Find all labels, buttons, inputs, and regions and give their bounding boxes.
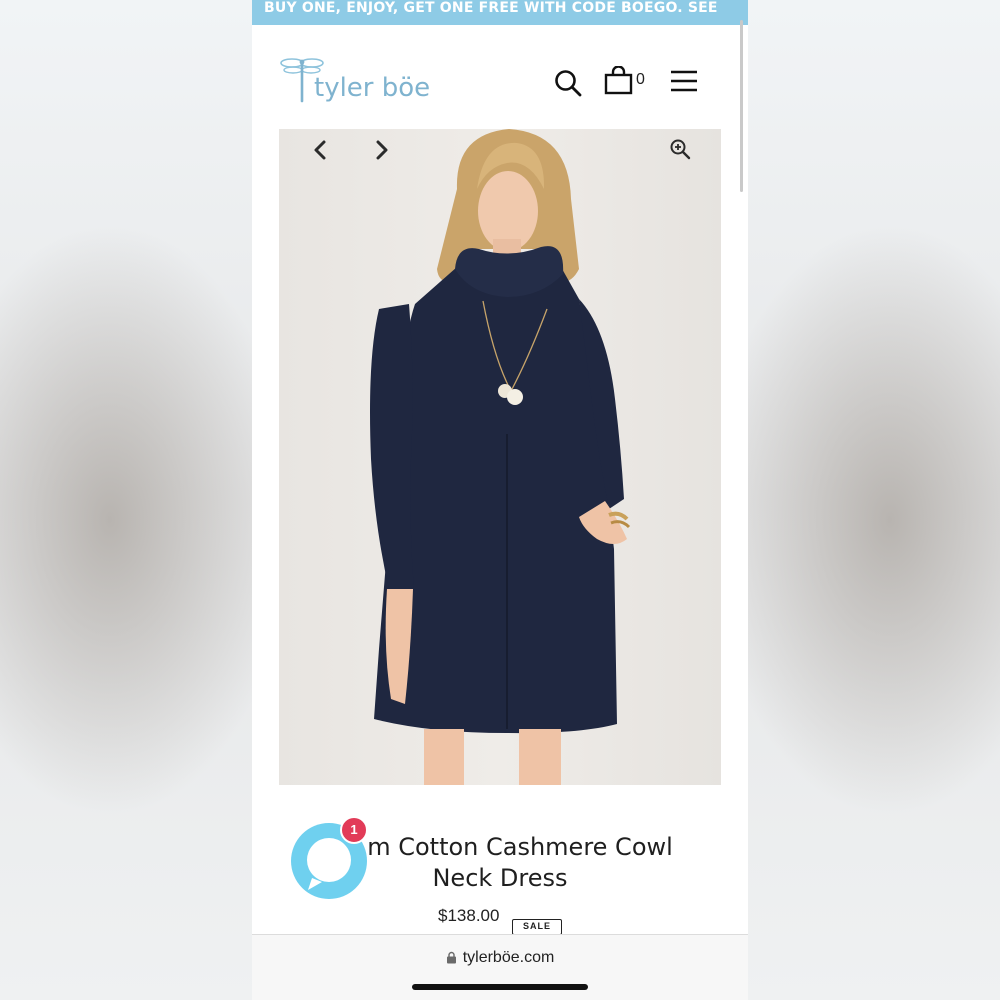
chevron-right-icon[interactable] xyxy=(371,139,391,161)
promo-text: BUY ONE, ENJOY, GET ONE FREE WITH CODE B… xyxy=(264,0,718,16)
search-icon[interactable] xyxy=(553,68,583,98)
shopping-bag-icon[interactable] xyxy=(604,66,634,96)
lock-icon xyxy=(446,951,456,964)
brand-logo[interactable]: tyler böe xyxy=(280,55,440,107)
menu-icon[interactable] xyxy=(670,69,698,93)
url-text: tylerböe.com xyxy=(462,949,555,966)
chevron-left-icon[interactable] xyxy=(311,139,331,161)
browser-address-bar[interactable]: tylerböe.com xyxy=(252,934,748,1000)
home-indicator[interactable] xyxy=(412,984,588,990)
product-image-gallery[interactable] xyxy=(279,129,721,785)
page-scrollbar[interactable] xyxy=(740,20,743,192)
phone-screen: BUY ONE, ENJOY, GET ONE FREE WITH CODE B… xyxy=(252,0,748,1000)
zoom-in-icon[interactable] xyxy=(669,138,691,160)
promo-banner[interactable]: BUY ONE, ENJOY, GET ONE FREE WITH CODE B… xyxy=(252,0,748,25)
logo-text: tyler böe xyxy=(314,73,431,103)
product-price: $138.00 xyxy=(438,906,500,925)
product-photo xyxy=(279,129,721,785)
url-display[interactable]: tylerböe.com xyxy=(252,949,748,967)
cart-count: 0 xyxy=(636,71,645,88)
sale-badge: SALE xyxy=(512,919,562,935)
chat-notification-badge: 1 xyxy=(340,816,368,844)
